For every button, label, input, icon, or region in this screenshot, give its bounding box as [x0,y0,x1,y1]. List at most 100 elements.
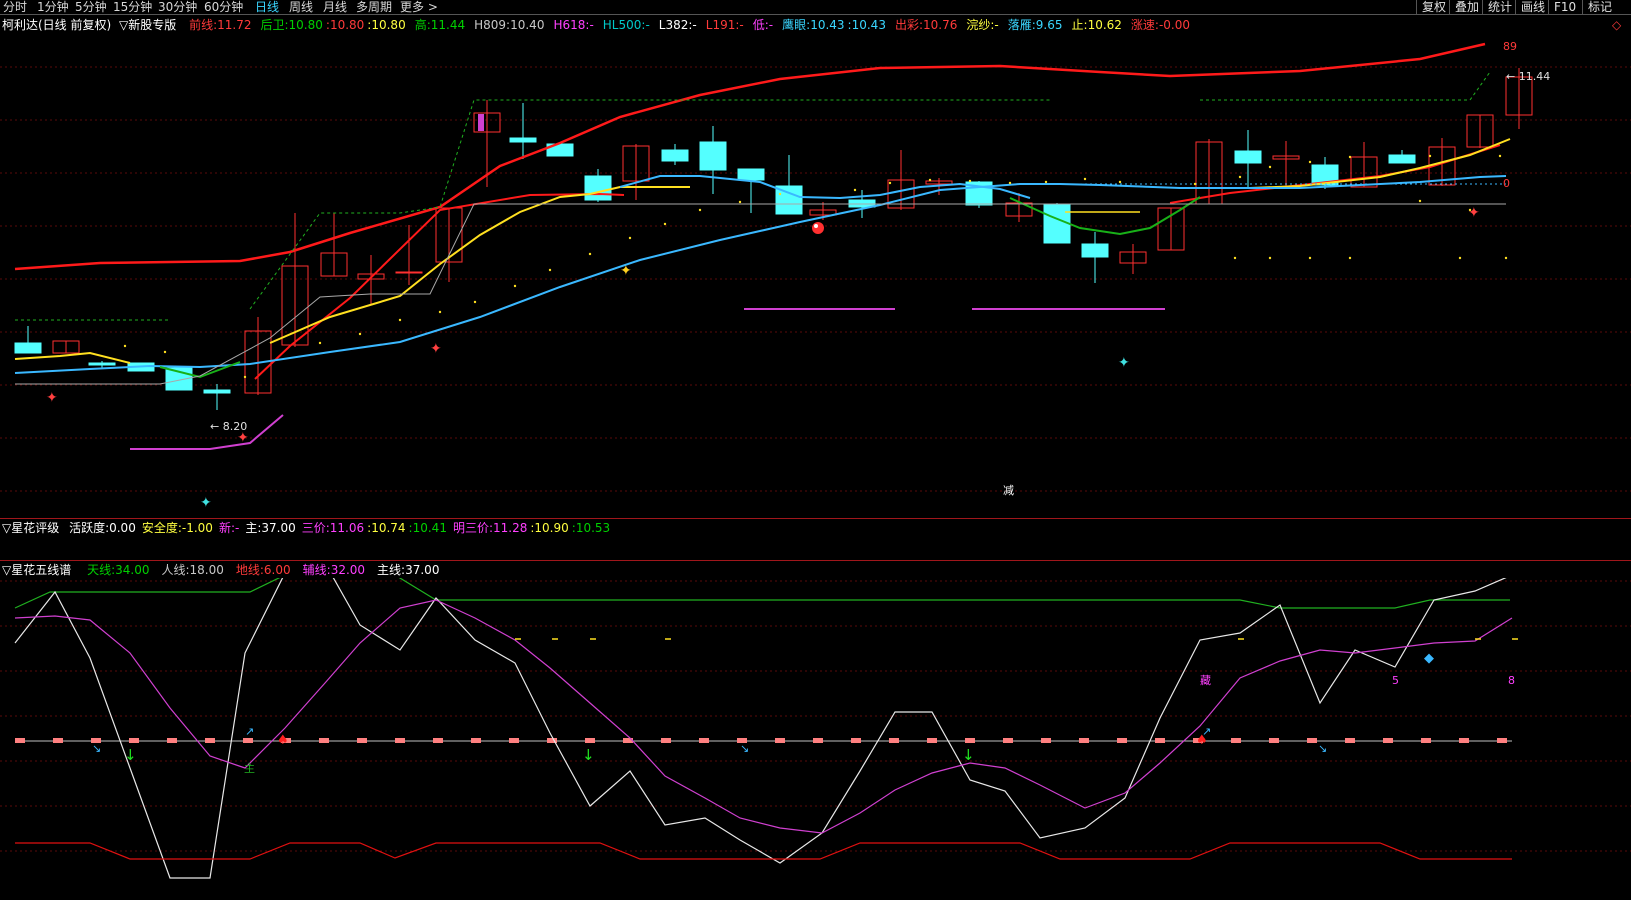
signal-dot [548,268,552,272]
panel2-field-9: :10.53 [572,521,610,535]
high-price-label: ← 11.44 [1506,70,1550,83]
tab-30min[interactable]: 30分钟 [158,0,197,14]
mid-marker [53,738,63,743]
mid-marker [1459,738,1469,743]
jian-label: 减 [1003,484,1014,497]
signal-dot [628,236,632,240]
main-field-value: - [994,18,999,32]
mid-marker [319,738,329,743]
main-field-label: HL500: [602,18,646,32]
main-field-value: 11.72 [217,18,252,32]
stats-button[interactable]: 统计 [1482,0,1517,14]
stock-title[interactable]: 柯利达(日线 前复权) [2,18,111,32]
main-field-1: 后卫:10.80 [260,18,322,32]
butterfly-icon: ✦ [430,341,442,357]
signal-dot [853,188,857,192]
blue-arrow-icon: ↘ [740,742,749,755]
panel2-field-8: :10.90 [530,521,568,535]
tab-5min[interactable]: 5分钟 [75,0,107,14]
panel2-field-label: 明三价: [452,521,493,535]
mid-marker [1269,738,1279,743]
main-field-label: L382: [658,18,693,32]
tab-60min[interactable]: 60分钟 [204,0,243,14]
magenta-line [130,414,284,450]
mid-marker [699,738,709,743]
main-field-value: 11.44 [430,18,466,32]
blue-arrow-icon: ↗ [245,725,254,738]
mid-marker [1497,738,1507,743]
mid-marker [1421,738,1431,743]
mid-marker [1345,738,1355,743]
right-top-label: 89 [1503,40,1517,53]
panel3-field-label: 主线: [377,563,406,577]
mid-marker [167,738,177,743]
panel2-field-7: 明三价:11.28 [453,521,527,535]
signal-dot [1238,175,1242,179]
main-field-value: 10.43 [851,18,886,32]
tab-1min[interactable]: 1分钟 [37,0,69,14]
main-field-8: L382:- [659,18,697,32]
toolbar-divider [0,14,1631,15]
tab-15min[interactable]: 15分钟 [113,0,152,14]
special-bar [478,114,484,131]
mid-marker [1155,738,1165,743]
signal-dot [243,375,247,379]
tab-weekly[interactable]: 周线 [289,0,313,14]
candlestick-chart[interactable]: ✦✦✦✦✦✦✦← 8.20← 11.44890减 [0,32,1631,530]
mid-marker [15,738,25,743]
main-field-16: 止:10.62 [1072,18,1122,32]
overlay-button[interactable]: 叠加 [1449,0,1484,14]
fuquan-button[interactable]: 复权 [1416,0,1451,14]
mark-button[interactable]: 标记 [1582,0,1617,14]
signal-dot [1428,154,1432,158]
mid-marker [775,738,785,743]
red-ball-icon [812,222,824,234]
signal-dot [1418,199,1422,203]
candle-body [1081,243,1109,258]
panel2-field-label: 活跃度: [69,521,110,535]
f10-button[interactable]: F10 [1548,0,1581,14]
panel2-field-label: 主: [245,521,262,535]
mid-marker [927,738,937,743]
panel2-field-value: -1.00 [181,521,213,535]
mid-marker [1079,738,1089,743]
five-line-title[interactable]: ▽星花五线谱 [2,563,71,577]
signal-dot [473,300,477,304]
panel3-field-2: 地线:6.00 [236,563,291,577]
panel3-field-0: 天线:34.00 [87,563,149,577]
tab-fenshi[interactable]: 分时 [3,0,27,14]
signal-dot [1504,256,1508,260]
green-arrow-icon: ↓ [962,746,975,764]
right-mid-label: 0 [1503,177,1510,190]
candle-body [395,271,423,274]
tab-daily[interactable]: 日线 [255,0,279,14]
main-field-3: :10.80 [367,18,405,32]
main-field-10: 低:- [753,18,773,32]
panel-divider-1 [0,518,1631,519]
green-arrow-icon: ↓ [124,746,137,764]
diamond-icon[interactable]: ◇ [1612,18,1621,32]
star-rating-title[interactable]: ▽星花评级 [2,521,59,535]
indicator-selector[interactable]: ▽新股专版 [119,18,176,32]
tab-more[interactable]: 更多 > [400,0,438,14]
panel2-field-value: - [234,521,240,535]
candle-body [88,362,116,366]
draw-line-button[interactable]: 画线 [1515,0,1550,14]
main-field-value: 9.65 [1035,18,1063,32]
tab-multi-period[interactable]: 多周期 [356,0,392,14]
mid-marker [395,738,405,743]
yellow-ma [14,351,131,364]
main-field-6: H618:- [553,18,593,32]
panel2-field-value: 10.74 [371,521,406,535]
yellow-ma-3 [1249,138,1511,189]
five-line-oscillator[interactable]: ↓ ↓ ↓↗ ↗↘ ↘ ↘♠ ♠◆主藏 5 8 [0,578,1631,900]
signal-dot [928,178,932,182]
main-field-value: 10.76 [923,18,958,32]
dashed-green-right [1200,71,1491,101]
main-field-12: :10.43 [848,18,886,32]
tab-monthly[interactable]: 月线 [323,0,347,14]
mid-marker [357,738,367,743]
red-ball-highlight [814,224,818,228]
panel3-field-label: 人线: [161,563,190,577]
signal-dot [1044,180,1048,184]
